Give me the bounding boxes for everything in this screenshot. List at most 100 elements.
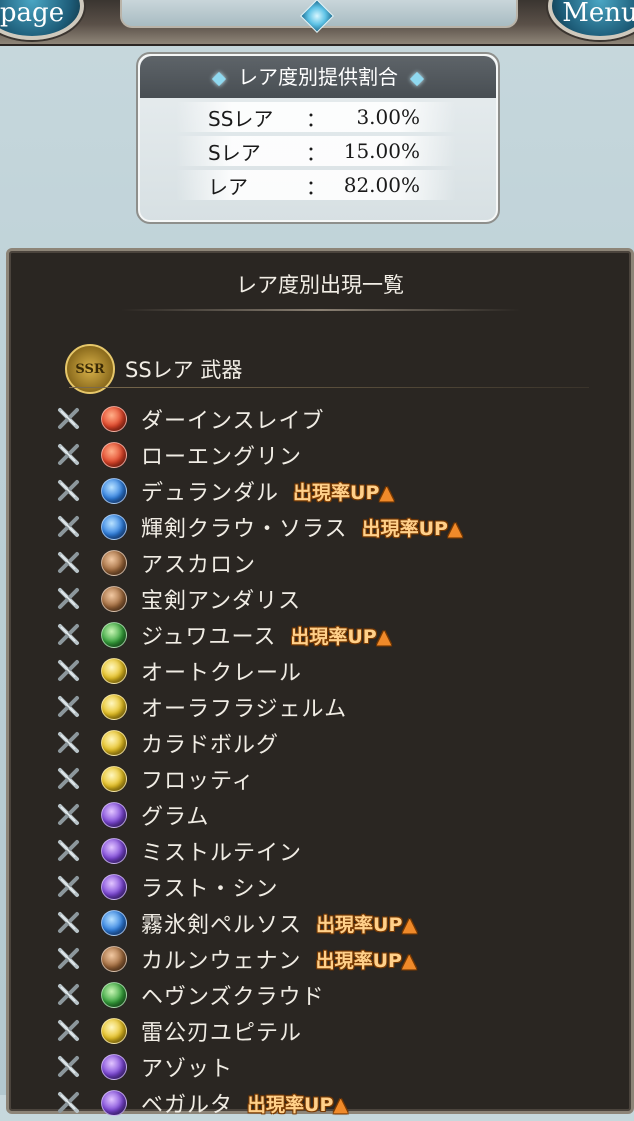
rate-rarity: レア [208, 174, 248, 199]
list-item[interactable]: ヘヴンズクラウド [55, 977, 615, 1013]
item-name: デュランダル [141, 481, 280, 506]
item-name: カラドボルグ [141, 733, 280, 758]
section-divider [69, 387, 589, 388]
list-item[interactable]: ローエングリン [55, 437, 615, 473]
rate-row-ssr: SSレア ： 3.00% [176, 102, 456, 132]
rate-up-badge: 出現率UP▲ [293, 478, 394, 505]
light-icon [101, 694, 127, 720]
sword-icon [55, 549, 83, 577]
sword-icon [55, 873, 83, 901]
sword-icon [55, 693, 83, 721]
earth-icon [101, 550, 127, 576]
rate-up-badge: 出現率UP▲ [316, 946, 417, 973]
rate-value: 3.00% [356, 105, 420, 129]
list-item[interactable]: ジュワユース 出現率UP▲ [55, 617, 615, 653]
up-arrow-icon: ▲ [376, 625, 392, 648]
item-name: グラム [141, 805, 210, 830]
rate-rarity: Sレア [208, 140, 261, 165]
item-name: ジュワユース [141, 625, 277, 650]
sword-icon [55, 981, 83, 1009]
sword-icon [55, 945, 83, 973]
item-name: ベガルタ [141, 1093, 234, 1118]
item-name: 宝剣アンダリス [141, 589, 302, 614]
sword-icon [55, 801, 83, 829]
menu-button-label: Menu [562, 0, 634, 28]
rate-up-badge: 出現率UP▲ [247, 1090, 348, 1117]
section-header: SSR SSレア 武器 [65, 344, 585, 394]
water-icon [101, 478, 127, 504]
light-icon [101, 1018, 127, 1044]
fire-icon [101, 442, 127, 468]
dark-icon [101, 874, 127, 900]
list-item[interactable]: ラスト・シン [55, 869, 615, 905]
rate-row-sr: Sレア ： 15.00% [176, 136, 456, 166]
appearance-list-panel: レア度別出現一覧 SSR SSレア 武器 ダーインスレイブ ローエングリン デュラン… [6, 248, 634, 1118]
wind-icon [101, 982, 127, 1008]
list-item[interactable]: 宝剣アンダリス [55, 581, 615, 617]
section-title: SSレア 武器 [125, 358, 243, 382]
up-arrow-icon: ▲ [379, 481, 394, 504]
rate-up-label: 出現率UP [315, 949, 402, 972]
list-item[interactable]: 輝剣クラウ・ソラス 出現率UP▲ [55, 509, 615, 545]
dark-icon [101, 1054, 127, 1080]
item-name: 輝剣クラウ・ソラス [141, 517, 348, 542]
list-item[interactable]: 霧氷剣ペルソス 出現率UP▲ [55, 905, 615, 941]
item-name: ダーインスレイブ [141, 409, 325, 434]
list-item[interactable]: グラム [55, 797, 615, 833]
panel-title: レア度別出現一覧 [236, 273, 404, 297]
item-name: ラスト・シン [141, 877, 279, 902]
list-item[interactable]: ミストルテイン [55, 833, 615, 869]
rate-up-label: 出現率UP [293, 481, 380, 504]
sword-icon [55, 1053, 83, 1081]
rate-separator: ： [306, 106, 326, 131]
dark-icon [101, 1090, 127, 1116]
sword-icon [55, 657, 83, 685]
sword-icon [55, 837, 83, 865]
rate-up-badge: 出現率UP▲ [362, 514, 463, 541]
rarity-rates-title: レア度別提供割合 [238, 65, 398, 89]
list-item[interactable]: カラドボルグ [55, 725, 615, 761]
sword-icon [55, 513, 83, 541]
item-name: アスカロン [141, 553, 257, 578]
sword-icon [55, 477, 83, 505]
item-name: オーラフラジェルム [141, 697, 348, 722]
list-item[interactable]: オートクレール [55, 653, 615, 689]
rarity-rates-header: レア度別提供割合 [140, 56, 496, 98]
page-button-label: page [0, 0, 65, 28]
sword-icon [55, 441, 83, 469]
sword-icon [55, 729, 83, 757]
list-item[interactable]: フロッティ [55, 761, 615, 797]
list-item[interactable]: ベガルタ 出現率UP▲ [55, 1085, 615, 1121]
rate-up-label: 出現率UP [290, 625, 377, 648]
rate-rarity: SSレア [208, 106, 274, 131]
rate-up-label: 出現率UP [316, 913, 403, 936]
rate-up-badge: 出現率UP▲ [316, 910, 417, 937]
sword-icon [55, 1017, 83, 1045]
earth-icon [101, 946, 127, 972]
item-name: ローエングリン [141, 445, 303, 470]
list-item[interactable]: カルンウェナン 出現率UP▲ [55, 941, 615, 977]
sword-icon [55, 909, 83, 937]
up-arrow-icon: ▲ [401, 949, 417, 972]
rate-up-badge: 出現率UP▲ [290, 622, 391, 649]
list-item[interactable]: アゾット [55, 1049, 615, 1085]
list-item[interactable]: ダーインスレイブ [55, 401, 615, 437]
list-item[interactable]: オーラフラジェルム [55, 689, 615, 725]
divider [121, 309, 521, 311]
list-item[interactable]: デュランダル 出現率UP▲ [55, 473, 615, 509]
rate-row-r: レア ： 82.00% [176, 170, 456, 200]
dark-icon [101, 802, 127, 828]
list-item[interactable]: アスカロン [55, 545, 615, 581]
earth-icon [101, 586, 127, 612]
up-arrow-icon: ▲ [447, 517, 463, 540]
sword-icon [55, 1089, 83, 1117]
light-icon [101, 730, 127, 756]
list-item[interactable]: 雷公刃ユピテル [55, 1013, 615, 1049]
rate-up-label: 出現率UP [247, 1093, 334, 1116]
wind-icon [101, 622, 127, 648]
sword-icon [55, 405, 83, 433]
rate-separator: ： [306, 140, 326, 165]
sword-icon [55, 765, 83, 793]
rate-value: 82.00% [343, 173, 420, 197]
top-bar [0, 0, 634, 46]
